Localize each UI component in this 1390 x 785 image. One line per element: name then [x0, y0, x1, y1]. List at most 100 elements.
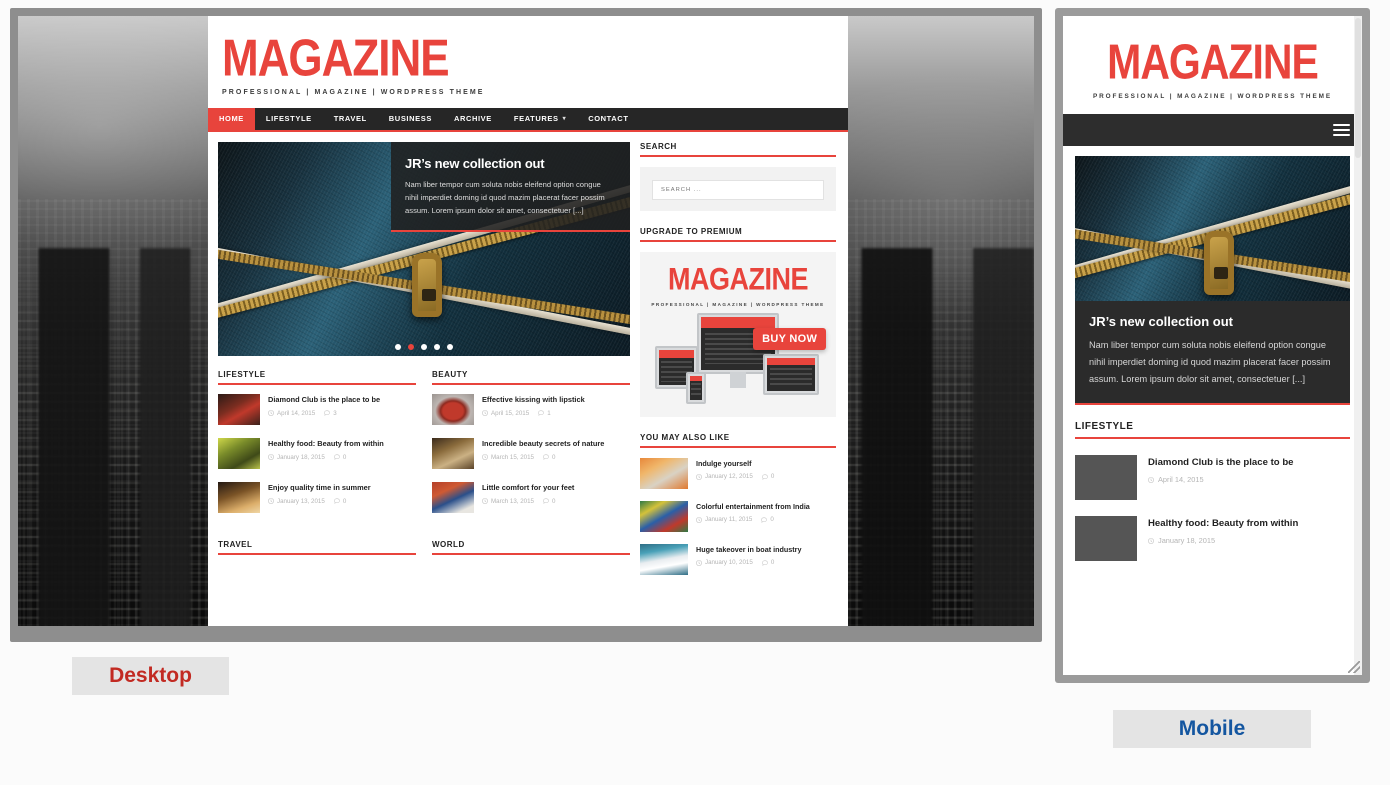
related-post-item[interactable]: Indulge yourself January 12, 2015 0	[640, 457, 836, 489]
main-navigation[interactable]: HOME LIFESTYLE TRAVEL BUSINESS ARCHIVE FEATUR…	[208, 107, 848, 132]
post-item[interactable]: Diamond Club is the place to be April 14,…	[218, 393, 416, 425]
mobile-post-item[interactable]: Healthy food: Beauty from within January …	[1075, 516, 1350, 562]
comment-icon	[538, 410, 545, 416]
post-title[interactable]: Diamond Club is the place to be	[268, 395, 416, 406]
hero-slider[interactable]: JR’s new collection out Nam liber tempor…	[218, 141, 630, 356]
mobile-post-item[interactable]: Diamond Club is the place to be April 14,…	[1075, 455, 1350, 501]
lower-category-columns: TRAVEL WORLD	[218, 540, 630, 564]
category-heading[interactable]: TRAVEL	[218, 540, 416, 555]
category-column-lifestyle: LIFESTYLE Diamond Club is the place to be…	[218, 370, 416, 526]
slider-dot-2[interactable]	[408, 343, 414, 350]
hamburger-icon[interactable]	[1333, 121, 1350, 139]
sidebar: SEARCH UPGRADE TO PREMIUM MAGAZINE PROFE…	[640, 142, 836, 587]
clock-icon	[696, 516, 702, 523]
mobile-content: JR’s new collection out Nam liber tempor…	[1063, 146, 1362, 562]
slider-dot-4[interactable]	[434, 343, 440, 350]
nav-item-lifestyle[interactable]: LIFESTYLE	[255, 108, 323, 130]
zipper-pull	[1204, 231, 1235, 296]
widget-heading-related: YOU MAY ALSO LIKE	[640, 433, 836, 448]
related-post-title[interactable]: Huge takeover in boat industry	[696, 545, 836, 555]
zipper-pull	[411, 253, 442, 318]
related-post-comment-count: 0	[761, 516, 774, 523]
promo-tagline: PROFESSIONAL | MAGAZINE | WORDPRESS THEM…	[651, 301, 825, 307]
post-meta: March 15, 2015 0	[482, 454, 630, 461]
post-meta: April 15, 2015 1	[482, 410, 630, 417]
search-input[interactable]	[652, 179, 824, 200]
post-item[interactable]: Enjoy quality time in summer January 13, …	[218, 481, 416, 513]
slider-dot-5[interactable]	[447, 343, 453, 350]
related-post-meta: January 10, 2015 0	[696, 559, 836, 566]
site-logo[interactable]: MAGAZINE	[222, 32, 834, 84]
clock-icon	[268, 498, 274, 504]
nav-item-archive[interactable]: ARCHIVE	[443, 108, 503, 130]
related-post-thumbnail	[640, 457, 688, 489]
nav-item-home[interactable]: HOME	[208, 107, 255, 130]
resize-handle-icon[interactable]	[1348, 661, 1360, 673]
mobile-viewport: MAGAZINE PROFESSIONAL | MAGAZINE | WORDP…	[1063, 16, 1362, 675]
buy-now-button[interactable]: BUY NOW	[753, 328, 827, 351]
promo-banner[interactable]: MAGAZINE PROFESSIONAL | MAGAZINE | WORDP…	[640, 251, 836, 417]
post-meta: January 18, 2015 0	[268, 454, 416, 461]
nav-item-business[interactable]: BUSINESS	[378, 108, 443, 130]
nav-item-contact[interactable]: CONTACT	[577, 108, 639, 130]
mobile-post-body: Healthy food: Beauty from within January …	[1148, 516, 1350, 561]
related-post-title[interactable]: Colorful entertainment from India	[696, 502, 836, 512]
hero-title: JR’s new collection out	[405, 155, 545, 171]
comment-icon	[333, 454, 340, 460]
nav-item-travel[interactable]: TRAVEL	[323, 108, 378, 130]
comment-icon	[761, 560, 768, 566]
mobile-scrollbar-thumb[interactable]	[1355, 18, 1361, 158]
related-post-item[interactable]: Colorful entertainment from India January…	[640, 500, 836, 532]
related-post-date: January 10, 2015	[696, 559, 753, 566]
related-post-date: January 11, 2015	[696, 516, 752, 523]
nav-item-features[interactable]: FEATURES ▾	[503, 108, 577, 130]
mobile-post-title[interactable]: Healthy food: Beauty from within	[1148, 517, 1350, 530]
related-post-title[interactable]: Indulge yourself	[696, 459, 836, 469]
category-columns: LIFESTYLE Diamond Club is the place to be…	[218, 370, 630, 526]
post-title[interactable]: Incredible beauty secrets of nature	[482, 439, 630, 450]
post-item[interactable]: Incredible beauty secrets of nature March…	[432, 437, 630, 469]
post-thumbnail	[218, 437, 260, 469]
mobile-hero-title: JR’s new collection out	[1089, 314, 1233, 329]
mobile-hero-image-denim-zipper	[1075, 156, 1350, 301]
related-post-thumbnail	[640, 500, 688, 532]
post-item[interactable]: Healthy food: Beauty from within January …	[218, 437, 416, 469]
category-heading[interactable]: BEAUTY	[432, 370, 630, 385]
mobile-logo[interactable]: MAGAZINE	[1073, 34, 1352, 90]
related-post-item[interactable]: Huge takeover in boat industry January 10…	[640, 543, 836, 575]
promo-device-mockups: BUY NOW	[648, 311, 828, 409]
clock-icon	[482, 454, 488, 460]
post-thumbnail	[432, 481, 474, 513]
post-item[interactable]: Effective kissing with lipstick April 15,…	[432, 393, 630, 425]
post-meta: March 13, 2015 0	[482, 498, 630, 505]
category-heading[interactable]: LIFESTYLE	[218, 370, 416, 385]
post-date: January 18, 2015	[268, 454, 325, 461]
slider-pagination[interactable]	[218, 343, 630, 350]
slider-dot-1[interactable]	[395, 343, 401, 350]
slider-dot-3[interactable]	[421, 343, 427, 350]
related-post-date: January 12, 2015	[696, 473, 753, 480]
post-date: April 14, 2015	[268, 410, 315, 417]
post-title[interactable]: Healthy food: Beauty from within	[268, 439, 416, 450]
related-post-body: Huge takeover in boat industry January 10…	[696, 544, 836, 575]
post-title[interactable]: Effective kissing with lipstick	[482, 395, 630, 406]
chevron-down-icon: ▾	[562, 116, 567, 123]
clock-icon	[1148, 477, 1154, 483]
comment-icon	[543, 498, 549, 504]
mobile-post-title[interactable]: Diamond Club is the place to be	[1148, 456, 1350, 469]
category-column-travel: TRAVEL	[218, 540, 416, 564]
clock-icon	[696, 559, 702, 566]
nav-item-label: TRAVEL	[333, 114, 367, 124]
post-comment-count: 0	[543, 454, 555, 461]
nav-item-label: BUSINESS	[388, 114, 432, 124]
post-title[interactable]: Little comfort for your feet	[482, 483, 630, 494]
search-widget	[640, 166, 836, 211]
category-heading[interactable]: WORLD	[432, 540, 630, 555]
mobile-scrollbar[interactable]	[1354, 16, 1362, 675]
website-preview: MAGAZINE PROFESSIONAL | MAGAZINE | WORDP…	[208, 16, 848, 626]
post-title[interactable]: Enjoy quality time in summer	[268, 483, 416, 494]
phone-mockup	[685, 371, 706, 404]
post-item[interactable]: Little comfort for your feet March 13, 20…	[432, 481, 630, 513]
post-body: Effective kissing with lipstick April 15,…	[482, 394, 630, 425]
clock-icon	[268, 454, 274, 460]
